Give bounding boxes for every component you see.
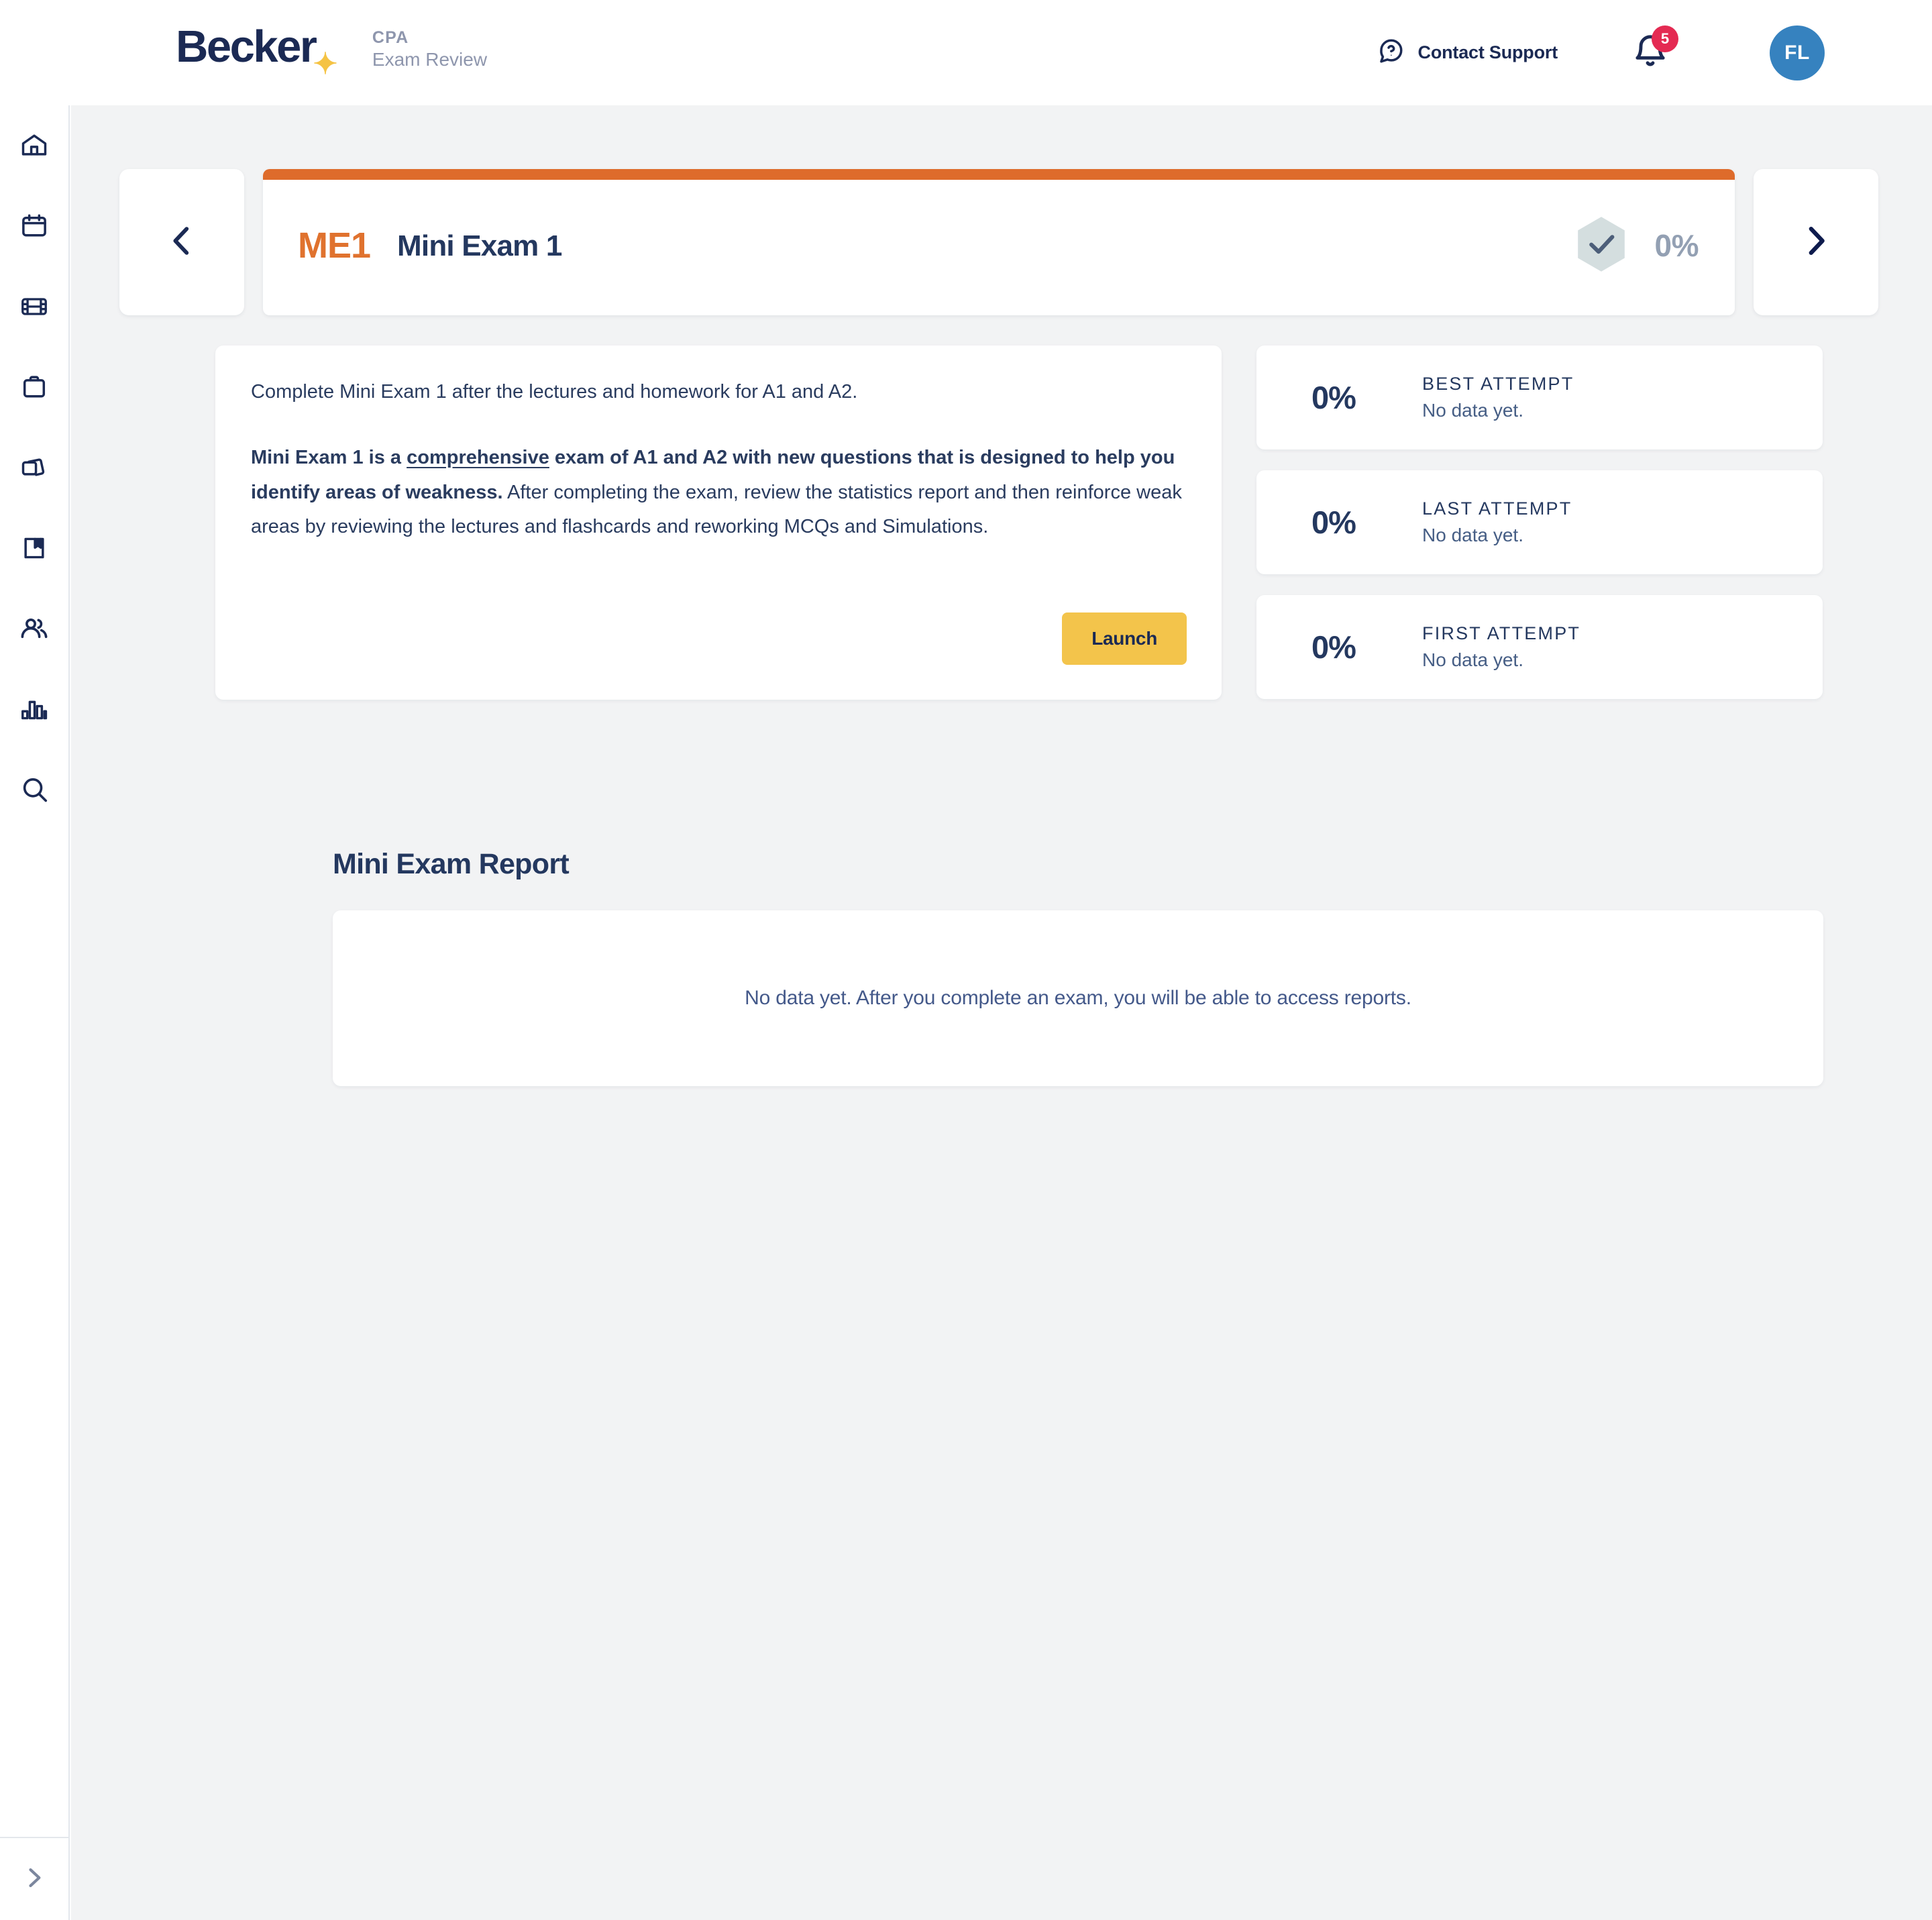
stat-percent: 0% [1311, 504, 1356, 540]
contact-support-label: Contact Support [1417, 42, 1558, 62]
notification-badge: 5 [1652, 25, 1678, 52]
hexagon-check-icon [1570, 211, 1632, 281]
search-icon [19, 774, 50, 805]
chevron-right-icon [1796, 221, 1835, 264]
stat-subtext: No data yet. [1422, 649, 1523, 671]
stat-label: BEST ATTEMPT [1422, 373, 1574, 394]
people-icon [19, 613, 50, 644]
launch-button[interactable]: Launch [1062, 612, 1187, 665]
exam-header-card: ME1 Mini Exam 1 0% [263, 169, 1735, 315]
report-card: No data yet. After you complete an exam,… [333, 910, 1823, 1086]
sidebar-item-video[interactable] [0, 266, 69, 347]
notifications-button[interactable]: 5 [1631, 25, 1678, 74]
book-bookmark-icon [19, 533, 49, 563]
sidebar-item-community[interactable] [0, 588, 69, 669]
description-bold-lead: Mini Exam 1 is a [251, 447, 407, 469]
chevron-right-icon [19, 1863, 49, 1896]
stat-card-first-attempt: 0% FIRST ATTEMPT No data yet. [1256, 595, 1823, 699]
report-section-title: Mini Exam Report [333, 848, 570, 880]
sidebar-item-homework[interactable] [0, 347, 69, 427]
sidebar-item-home[interactable] [0, 105, 69, 186]
stat-text-group: FIRST ATTEMPT No data yet. [1422, 621, 1580, 674]
exam-title: Mini Exam 1 [397, 229, 562, 262]
chevron-left-icon [162, 221, 201, 264]
carousel-next-button[interactable] [1754, 169, 1878, 315]
description-paragraph-1: Complete Mini Exam 1 after the lectures … [251, 381, 858, 403]
exam-accent-bar [263, 169, 1735, 180]
exam-progress: 0% [1570, 169, 1699, 315]
header-actions: Contact Support 5 FL [1377, 0, 1932, 105]
stat-label: FIRST ATTEMPT [1422, 623, 1581, 643]
brand-subtitle-line2: Exam Review [372, 48, 488, 70]
top-header-bar: Becker✦ CPA Exam Review Contact Support [0, 0, 1932, 105]
main-content: ME1 Mini Exam 1 0% Complete Mini Exam 1 … [71, 105, 1932, 1920]
report-empty-message: No data yet. After you complete an exam,… [745, 987, 1411, 1009]
exam-description-card: Complete Mini Exam 1 after the lectures … [215, 345, 1222, 700]
brand-wordmark: Becker✦ [176, 21, 339, 79]
stat-label: LAST ATTEMPT [1422, 498, 1572, 519]
sidebar-item-calendar[interactable] [0, 186, 69, 266]
exam-progress-percent: 0% [1654, 228, 1699, 263]
stat-card-last-attempt: 0% LAST ATTEMPT No data yet. [1256, 470, 1823, 574]
stat-subtext: No data yet. [1422, 400, 1523, 421]
brand-subtitle: CPA Exam Review [372, 24, 487, 70]
brand-sparkle-icon: ✦ [313, 48, 338, 81]
description-underlined-word: comprehensive [407, 447, 549, 469]
sidebar-item-textbook[interactable] [0, 508, 69, 588]
bell-icon [1631, 34, 1669, 74]
calendar-icon [19, 211, 49, 241]
exam-carousel: ME1 Mini Exam 1 0% [119, 169, 1878, 315]
flashcards-icon [19, 453, 49, 482]
exam-code: ME1 [298, 225, 371, 266]
home-icon [19, 131, 49, 160]
film-icon [19, 292, 49, 321]
sidebar-item-search[interactable] [0, 749, 69, 830]
sidebar-item-performance[interactable] [0, 669, 69, 749]
avatar[interactable]: FL [1770, 25, 1825, 81]
description-paragraph-2: Mini Exam 1 is a comprehensive exam of A… [251, 441, 1184, 545]
bar-chart-icon [19, 694, 49, 724]
brand-subtitle-line1: CPA [372, 28, 409, 47]
stat-percent: 0% [1311, 380, 1356, 415]
launch-row: Launch [1062, 612, 1187, 665]
becker-logo[interactable]: Becker✦ CPA Exam Review [176, 21, 487, 79]
stat-percent: 0% [1311, 629, 1356, 665]
brand-word-text: Becker [176, 21, 317, 72]
contact-support-button[interactable]: Contact Support [1377, 37, 1558, 68]
sidebar-expand-button[interactable] [0, 1837, 69, 1920]
question-chat-icon [1377, 37, 1405, 68]
carousel-prev-button[interactable] [119, 169, 244, 315]
clipboard-icon [19, 372, 49, 402]
stat-text-group: BEST ATTEMPT No data yet. [1422, 372, 1574, 424]
attempt-stats: 0% BEST ATTEMPT No data yet. 0% LAST ATT… [1256, 345, 1823, 699]
left-sidebar [0, 105, 70, 1920]
stat-subtext: No data yet. [1422, 525, 1523, 546]
stat-text-group: LAST ATTEMPT No data yet. [1422, 496, 1572, 549]
sidebar-item-flashcards[interactable] [0, 427, 69, 508]
stat-card-best-attempt: 0% BEST ATTEMPT No data yet. [1256, 345, 1823, 449]
